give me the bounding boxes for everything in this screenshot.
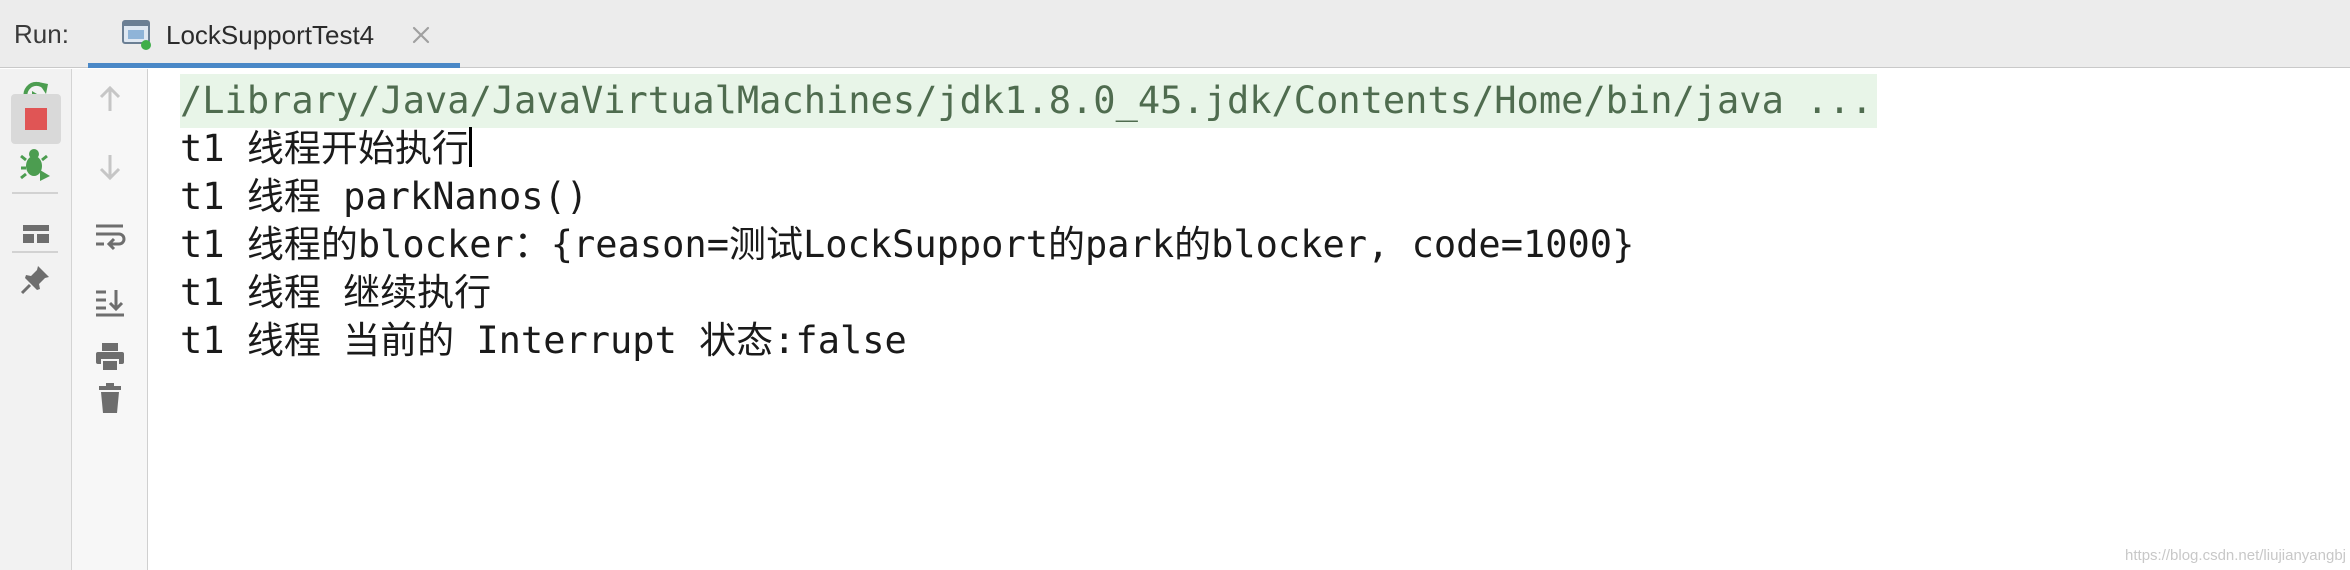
toolbar-separator	[12, 192, 58, 194]
console-line-text: t1 线程开始执行	[180, 127, 469, 170]
console-line: t1 线程 parkNanos()	[180, 175, 589, 218]
console-command-line: /Library/Java/JavaVirtualMachines/jdk1.8…	[180, 74, 1877, 128]
pin-button[interactable]	[11, 254, 61, 304]
previous-occurrence-button[interactable]	[85, 74, 135, 124]
console-line: t1 线程开始执行	[180, 122, 472, 176]
console-line: t1 线程 继续执行	[180, 271, 492, 314]
debug-rerun-button[interactable]	[11, 139, 61, 189]
watermark: https://blog.csdn.net/liujianyangbj	[2125, 547, 2346, 564]
tab-active-indicator	[88, 63, 460, 68]
pin-icon	[20, 266, 49, 295]
print-icon	[96, 343, 124, 372]
arrow-up-icon	[99, 85, 121, 111]
text-caret	[468, 127, 472, 167]
scroll-to-end-icon	[96, 290, 124, 317]
stop-icon	[25, 108, 47, 130]
debug-rerun-icon	[20, 149, 50, 181]
stop-button[interactable]	[11, 94, 61, 144]
run-label: Run:	[14, 19, 69, 49]
clear-all-button[interactable]	[85, 373, 135, 423]
run-tool-window-header: Run: LockSupportTest4	[0, 0, 2350, 68]
console-line: t1 线程的blocker：{reason=测试LockSupport的park…	[180, 223, 1635, 266]
arrow-down-icon	[99, 155, 121, 181]
next-occurrence-button[interactable]	[85, 142, 135, 192]
close-icon[interactable]	[410, 24, 432, 46]
tab-title: LockSupportTest4	[166, 20, 375, 50]
soft-wrap-button[interactable]	[85, 210, 135, 260]
trash-icon	[99, 383, 121, 413]
soft-wrap-icon	[96, 224, 126, 251]
console-output[interactable]: /Library/Java/JavaVirtualMachines/jdk1.8…	[149, 69, 2350, 570]
console-actions-toolbar	[72, 69, 148, 570]
scroll-to-end-button[interactable]	[85, 277, 135, 327]
run-config-icon	[120, 17, 154, 51]
console-line: t1 线程 当前的 Interrupt 状态:false	[180, 319, 907, 362]
run-actions-toolbar	[0, 69, 72, 570]
tab-locksupporttest4[interactable]: LockSupportTest4	[88, 0, 460, 68]
toolbar-separator	[12, 251, 58, 253]
layout-icon	[23, 225, 49, 243]
